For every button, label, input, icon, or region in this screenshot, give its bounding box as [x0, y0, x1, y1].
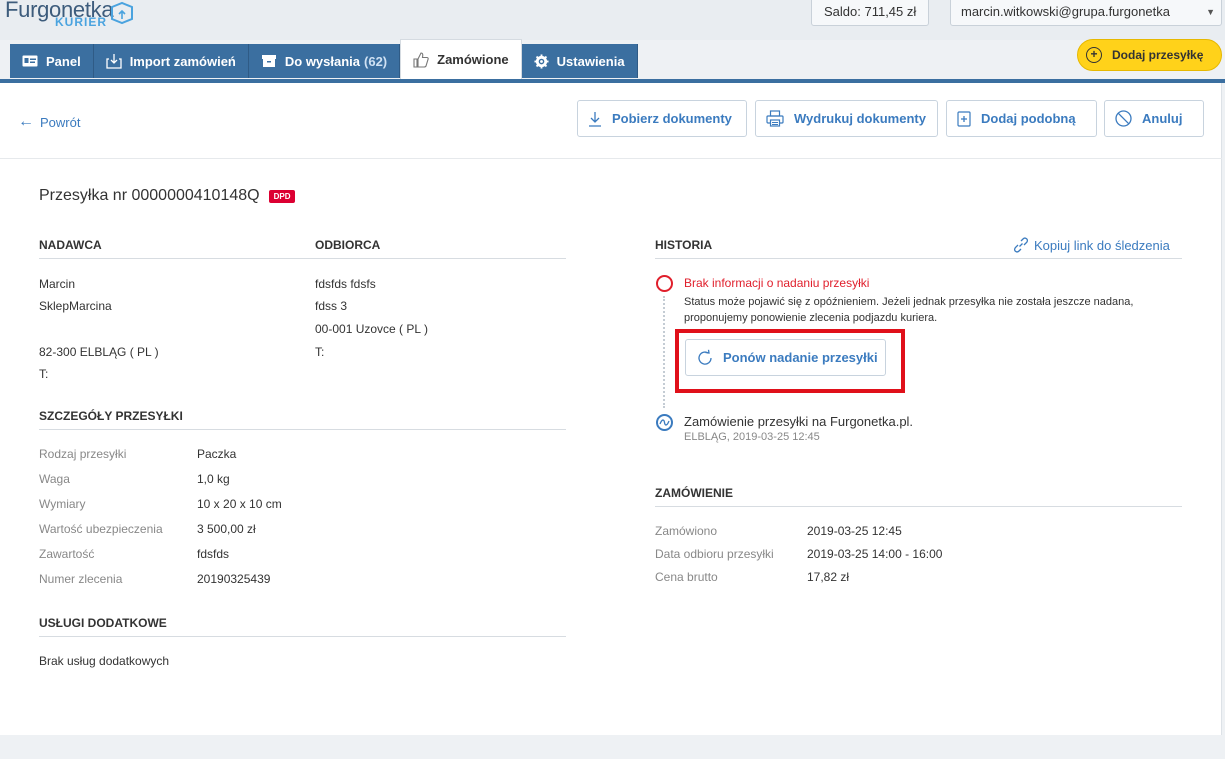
tab-settings[interactable]: Ustawienia	[521, 44, 638, 78]
extras-heading: USŁUGI DODATKOWE	[39, 616, 566, 637]
cancel-circle-icon	[1115, 110, 1132, 127]
cancel-label: Anuluj	[1142, 111, 1183, 126]
status-ordered-icon	[656, 414, 673, 431]
tab-count: (62)	[364, 53, 388, 69]
retry-pickup-button[interactable]: Ponów nadanie przesyłki	[685, 339, 886, 376]
add-document-icon	[957, 110, 971, 127]
cancel-button[interactable]: Anuluj	[1104, 100, 1204, 137]
printer-icon	[766, 110, 784, 127]
print-label: Wydrukuj dokumenty	[794, 111, 926, 126]
print-documents-button[interactable]: Wydrukuj dokumenty	[755, 100, 938, 137]
add-similar-button[interactable]: Dodaj podobną	[946, 100, 1097, 137]
back-link[interactable]: ← Powrót	[18, 113, 80, 131]
user-menu[interactable]: marcin.witkowski@grupa.furgonetka ▼	[950, 0, 1222, 26]
plus-icon: +	[1086, 47, 1102, 63]
gear-icon	[534, 53, 549, 69]
content-panel: ← Powrót Pobierz dokumenty Wydrukuj doku…	[0, 83, 1222, 735]
detail-row: Rodzaj przesyłki Paczka	[39, 447, 237, 461]
recipient-phone: T:	[315, 345, 325, 359]
detail-row: Zawartość fdsfds	[39, 547, 230, 561]
footer	[0, 735, 1225, 759]
thumbs-up-icon	[413, 51, 429, 68]
add-shipment-button[interactable]: + Dodaj przesyłkę	[1077, 39, 1222, 71]
tab-panel[interactable]: Panel	[10, 44, 94, 78]
arrow-left-icon: ←	[18, 113, 34, 130]
add-similar-label: Dodaj podobną	[981, 111, 1076, 126]
history-status-title: Brak informacji o nadaniu przesyłki	[684, 276, 870, 290]
sender-name: Marcin	[39, 277, 76, 291]
copy-tracking-link[interactable]: Kopiuj link do śledzenia	[1012, 236, 1170, 254]
shipment-number: Przesyłka nr 0000000410148Q	[39, 187, 260, 204]
carrier-badge: DPD	[268, 189, 296, 203]
detail-row: Waga 1,0 kg	[39, 472, 230, 486]
sender-phone: T:	[39, 367, 49, 381]
detail-row: Numer zlecenia 20190325439	[39, 572, 271, 586]
history-timeline	[663, 296, 665, 408]
recipient-city: 00-001 Uzovce ( PL )	[315, 322, 428, 336]
add-shipment-label: Dodaj przesyłkę	[1112, 48, 1204, 62]
tab-ordered[interactable]: Zamówione	[400, 39, 522, 79]
sender-heading: NADAWCA	[39, 238, 566, 259]
history-event-title: Zamówienie przesyłki na Furgonetka.pl.	[684, 414, 914, 429]
copy-link-label: Kopiuj link do śledzenia	[1034, 237, 1170, 253]
tab-label: Zamówione	[437, 52, 509, 67]
link-icon	[1013, 237, 1029, 253]
detail-row: Wymiary 10 x 20 x 10 cm	[39, 497, 282, 511]
status-pending-icon	[656, 275, 673, 292]
history-event-sub: ELBLĄG, 2019-03-25 12:45	[684, 431, 820, 443]
tab-label: Import zamówień	[129, 53, 236, 69]
action-bar: ← Powrót Pobierz dokumenty Wydrukuj doku…	[0, 83, 1222, 159]
balance[interactable]: Saldo: 711,45 zł	[811, 0, 930, 26]
tab-import[interactable]: Import zamówień	[93, 44, 249, 78]
tab-to-send[interactable]: Do wysłania (62)	[248, 44, 401, 78]
user-email: marcin.witkowski@grupa.furgonetka	[961, 4, 1171, 19]
logo[interactable]: Furgonetka KURIER	[5, 0, 133, 29]
details-heading: SZCZEGÓŁY PRZESYŁKI	[39, 409, 566, 430]
main-tabs: Panel Import zamówień Do wysłania (62) Z…	[10, 39, 638, 79]
tab-label: Do wysłania	[284, 53, 361, 69]
download-icon	[588, 111, 602, 127]
recipient-street: fdss 3	[315, 299, 348, 313]
recipient-name: fdsfds fdsfs	[315, 277, 376, 291]
top-bar: Furgonetka KURIER Saldo: 711,45 zł marci…	[0, 0, 1225, 40]
id-card-icon	[22, 55, 38, 67]
back-label: Powrót	[40, 114, 81, 130]
page-title: Przesyłka nr 0000000410148Q DPD	[39, 187, 296, 205]
order-heading: ZAMÓWIENIE	[655, 486, 1182, 507]
box-icon	[261, 54, 277, 68]
download-documents-button[interactable]: Pobierz dokumenty	[577, 100, 747, 137]
tab-label: Ustawienia	[556, 53, 625, 69]
brand-sub: KURIER	[55, 15, 108, 29]
history-status-note: Status może pojawić się z opóźnieniem. J…	[684, 296, 1134, 324]
order-row: Cena brutto 17,82 zł	[655, 570, 850, 584]
logo-box-icon	[111, 1, 133, 25]
sender-city: 82-300 ELBLĄG ( PL )	[39, 345, 159, 359]
retry-label: Ponów nadanie przesyłki	[723, 350, 878, 365]
tab-label: Panel	[46, 53, 81, 69]
order-row: Zamówiono 2019-03-25 12:45	[655, 524, 902, 538]
detail-row: Wartość ubezpieczenia 3 500,00 zł	[39, 522, 256, 536]
import-icon	[106, 53, 122, 69]
refresh-icon	[696, 349, 714, 367]
chevron-down-icon: ▼	[1206, 7, 1215, 17]
sender-company: SklepMarcina	[39, 299, 112, 313]
extras-text: Brak usług dodatkowych	[39, 654, 170, 668]
order-row: Data odbioru przesyłki 2019-03-25 14:00 -…	[655, 547, 943, 561]
download-label: Pobierz dokumenty	[612, 111, 732, 126]
